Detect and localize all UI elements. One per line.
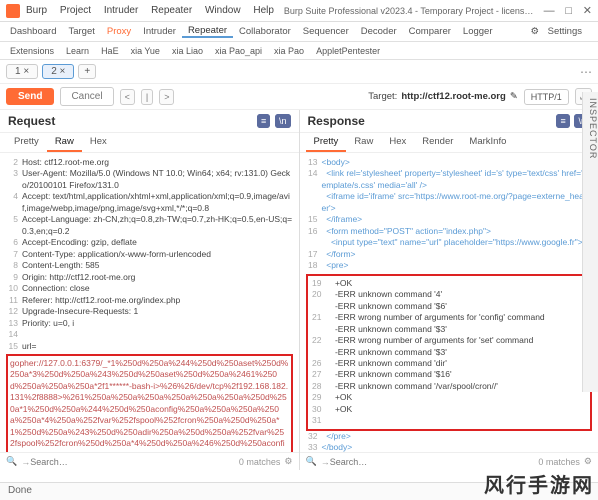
http-version[interactable]: HTTP/1 (524, 89, 569, 105)
search-settings-icon[interactable]: ⚙ (284, 456, 292, 467)
response-tab-render[interactable]: Render (414, 133, 461, 152)
search-settings-icon[interactable]: ⚙ (584, 456, 592, 467)
tab-target[interactable]: Target (62, 26, 100, 37)
arrow-icon[interactable]: → (321, 457, 330, 467)
main-tabs: Dashboard Target Proxy Intruder Repeater… (0, 22, 598, 42)
menu-intruder[interactable]: Intruder (104, 5, 138, 16)
subtab-xialiao[interactable]: xia Liao (166, 46, 209, 56)
subtab-xiapaoapi[interactable]: xia Pao_api (209, 46, 268, 56)
request-tab-hex[interactable]: Hex (82, 133, 115, 152)
response-actions-icon[interactable]: ≡ (556, 114, 569, 128)
tab-intruder[interactable]: Intruder (137, 26, 182, 37)
repeater-tab-menu-icon[interactable]: ⋯ (580, 65, 592, 79)
tab-sequencer[interactable]: Sequencer (297, 26, 355, 37)
request-panel: Request ≡ \n Pretty Raw Hex 2Host: ctf12… (0, 110, 300, 470)
tab-collaborator[interactable]: Collaborator (233, 26, 297, 37)
response-title: Response (308, 114, 555, 128)
action-bar: Send Cancel < | > Target: http://ctf12.r… (0, 84, 598, 110)
window-title: Burp Suite Professional v2023.4 - Tempor… (284, 6, 536, 16)
repeater-tab-add[interactable]: + (78, 64, 96, 79)
app-logo (6, 4, 20, 18)
response-tab-markinfo[interactable]: MarkInfo (461, 133, 514, 152)
request-tab-pretty[interactable]: Pretty (6, 133, 47, 152)
target-label: Target: (368, 91, 397, 102)
response-content[interactable]: 13<body>14 <link rel='stylesheet' proper… (300, 153, 598, 452)
request-title: Request (8, 114, 255, 128)
target-value: http://ctf12.root-me.org (401, 91, 506, 102)
status-bar: Done (0, 482, 598, 500)
tab-decoder[interactable]: Decoder (355, 26, 403, 37)
response-match-count: 0 matches (538, 457, 580, 467)
tab-proxy[interactable]: Proxy (101, 26, 137, 37)
repeater-tabs: 1 × 2 × + ⋯ (0, 60, 598, 84)
repeater-tab-1[interactable]: 1 × (6, 64, 38, 79)
request-search-input[interactable] (30, 457, 239, 467)
arrow-icon[interactable]: → (21, 457, 30, 467)
menu-help[interactable]: Help (253, 5, 274, 16)
subtab-extensions[interactable]: Extensions (4, 46, 60, 56)
response-tab-raw[interactable]: Raw (346, 133, 381, 152)
subtab-xiapao[interactable]: xia Pao (268, 46, 310, 56)
search-icon[interactable]: 🔍 (6, 456, 17, 467)
menu-project[interactable]: Project (60, 5, 91, 16)
response-panel: Response ≡ \n Pretty Raw Hex Render Mark… (300, 110, 598, 470)
request-tab-raw[interactable]: Raw (47, 133, 82, 152)
response-view-tabs: Pretty Raw Hex Render MarkInfo (300, 133, 598, 153)
tab-comparer[interactable]: Comparer (403, 26, 457, 37)
nav-bar-button[interactable]: | (141, 89, 153, 105)
subtab-hae[interactable]: HaE (95, 46, 125, 56)
response-search-input[interactable] (330, 457, 539, 467)
title-bar: Burp Project Intruder Repeater Window He… (0, 0, 598, 22)
nav-forward-button[interactable]: > (159, 89, 174, 105)
tab-repeater[interactable]: Repeater (182, 25, 233, 38)
request-match-count: 0 matches (239, 457, 281, 467)
subtab-xiayue[interactable]: xia Yue (125, 46, 166, 56)
request-actions-icon[interactable]: ≡ (257, 114, 270, 128)
response-tab-hex[interactable]: Hex (381, 133, 414, 152)
tab-dashboard[interactable]: Dashboard (4, 26, 62, 37)
send-button[interactable]: Send (6, 88, 54, 105)
search-icon[interactable]: 🔍 (306, 456, 317, 467)
settings-button[interactable]: ⚙ Settings (525, 26, 594, 37)
subtab-appletpentester[interactable]: AppletPentester (310, 46, 386, 56)
response-search-bar: 🔍 → 0 matches ⚙ (300, 452, 598, 470)
menu-window[interactable]: Window (205, 5, 241, 16)
tab-logger[interactable]: Logger (457, 26, 499, 37)
menu-bar[interactable]: Burp Project Intruder Repeater Window He… (26, 5, 284, 16)
request-view-tabs: Pretty Raw Hex (0, 133, 299, 153)
minimize-icon[interactable]: — (544, 5, 555, 17)
target-edit-icon[interactable]: ✎ (510, 91, 518, 102)
response-tab-pretty[interactable]: Pretty (306, 133, 347, 152)
request-content[interactable]: 2Host: ctf12.root-me.org3User-Agent: Moz… (0, 153, 299, 452)
menu-burp[interactable]: Burp (26, 5, 47, 16)
close-icon[interactable]: ✕ (583, 5, 592, 17)
subtab-learn[interactable]: Learn (60, 46, 95, 56)
sub-tabs: Extensions Learn HaE xia Yue xia Liao xi… (0, 42, 598, 60)
maximize-icon[interactable]: □ (565, 5, 572, 17)
request-search-bar: 🔍 → 0 matches ⚙ (0, 452, 299, 470)
nav-back-button[interactable]: < (120, 89, 135, 105)
cancel-button[interactable]: Cancel (60, 87, 113, 106)
target-display[interactable]: Target: http://ctf12.root-me.org ✎ (368, 91, 518, 102)
inspector-sidebar[interactable]: INSPECTOR (582, 92, 598, 392)
split-panels: Request ≡ \n Pretty Raw Hex 2Host: ctf12… (0, 110, 598, 470)
repeater-tab-2[interactable]: 2 × (42, 64, 74, 79)
request-newline-icon[interactable]: \n (275, 114, 291, 128)
menu-repeater[interactable]: Repeater (151, 5, 192, 16)
